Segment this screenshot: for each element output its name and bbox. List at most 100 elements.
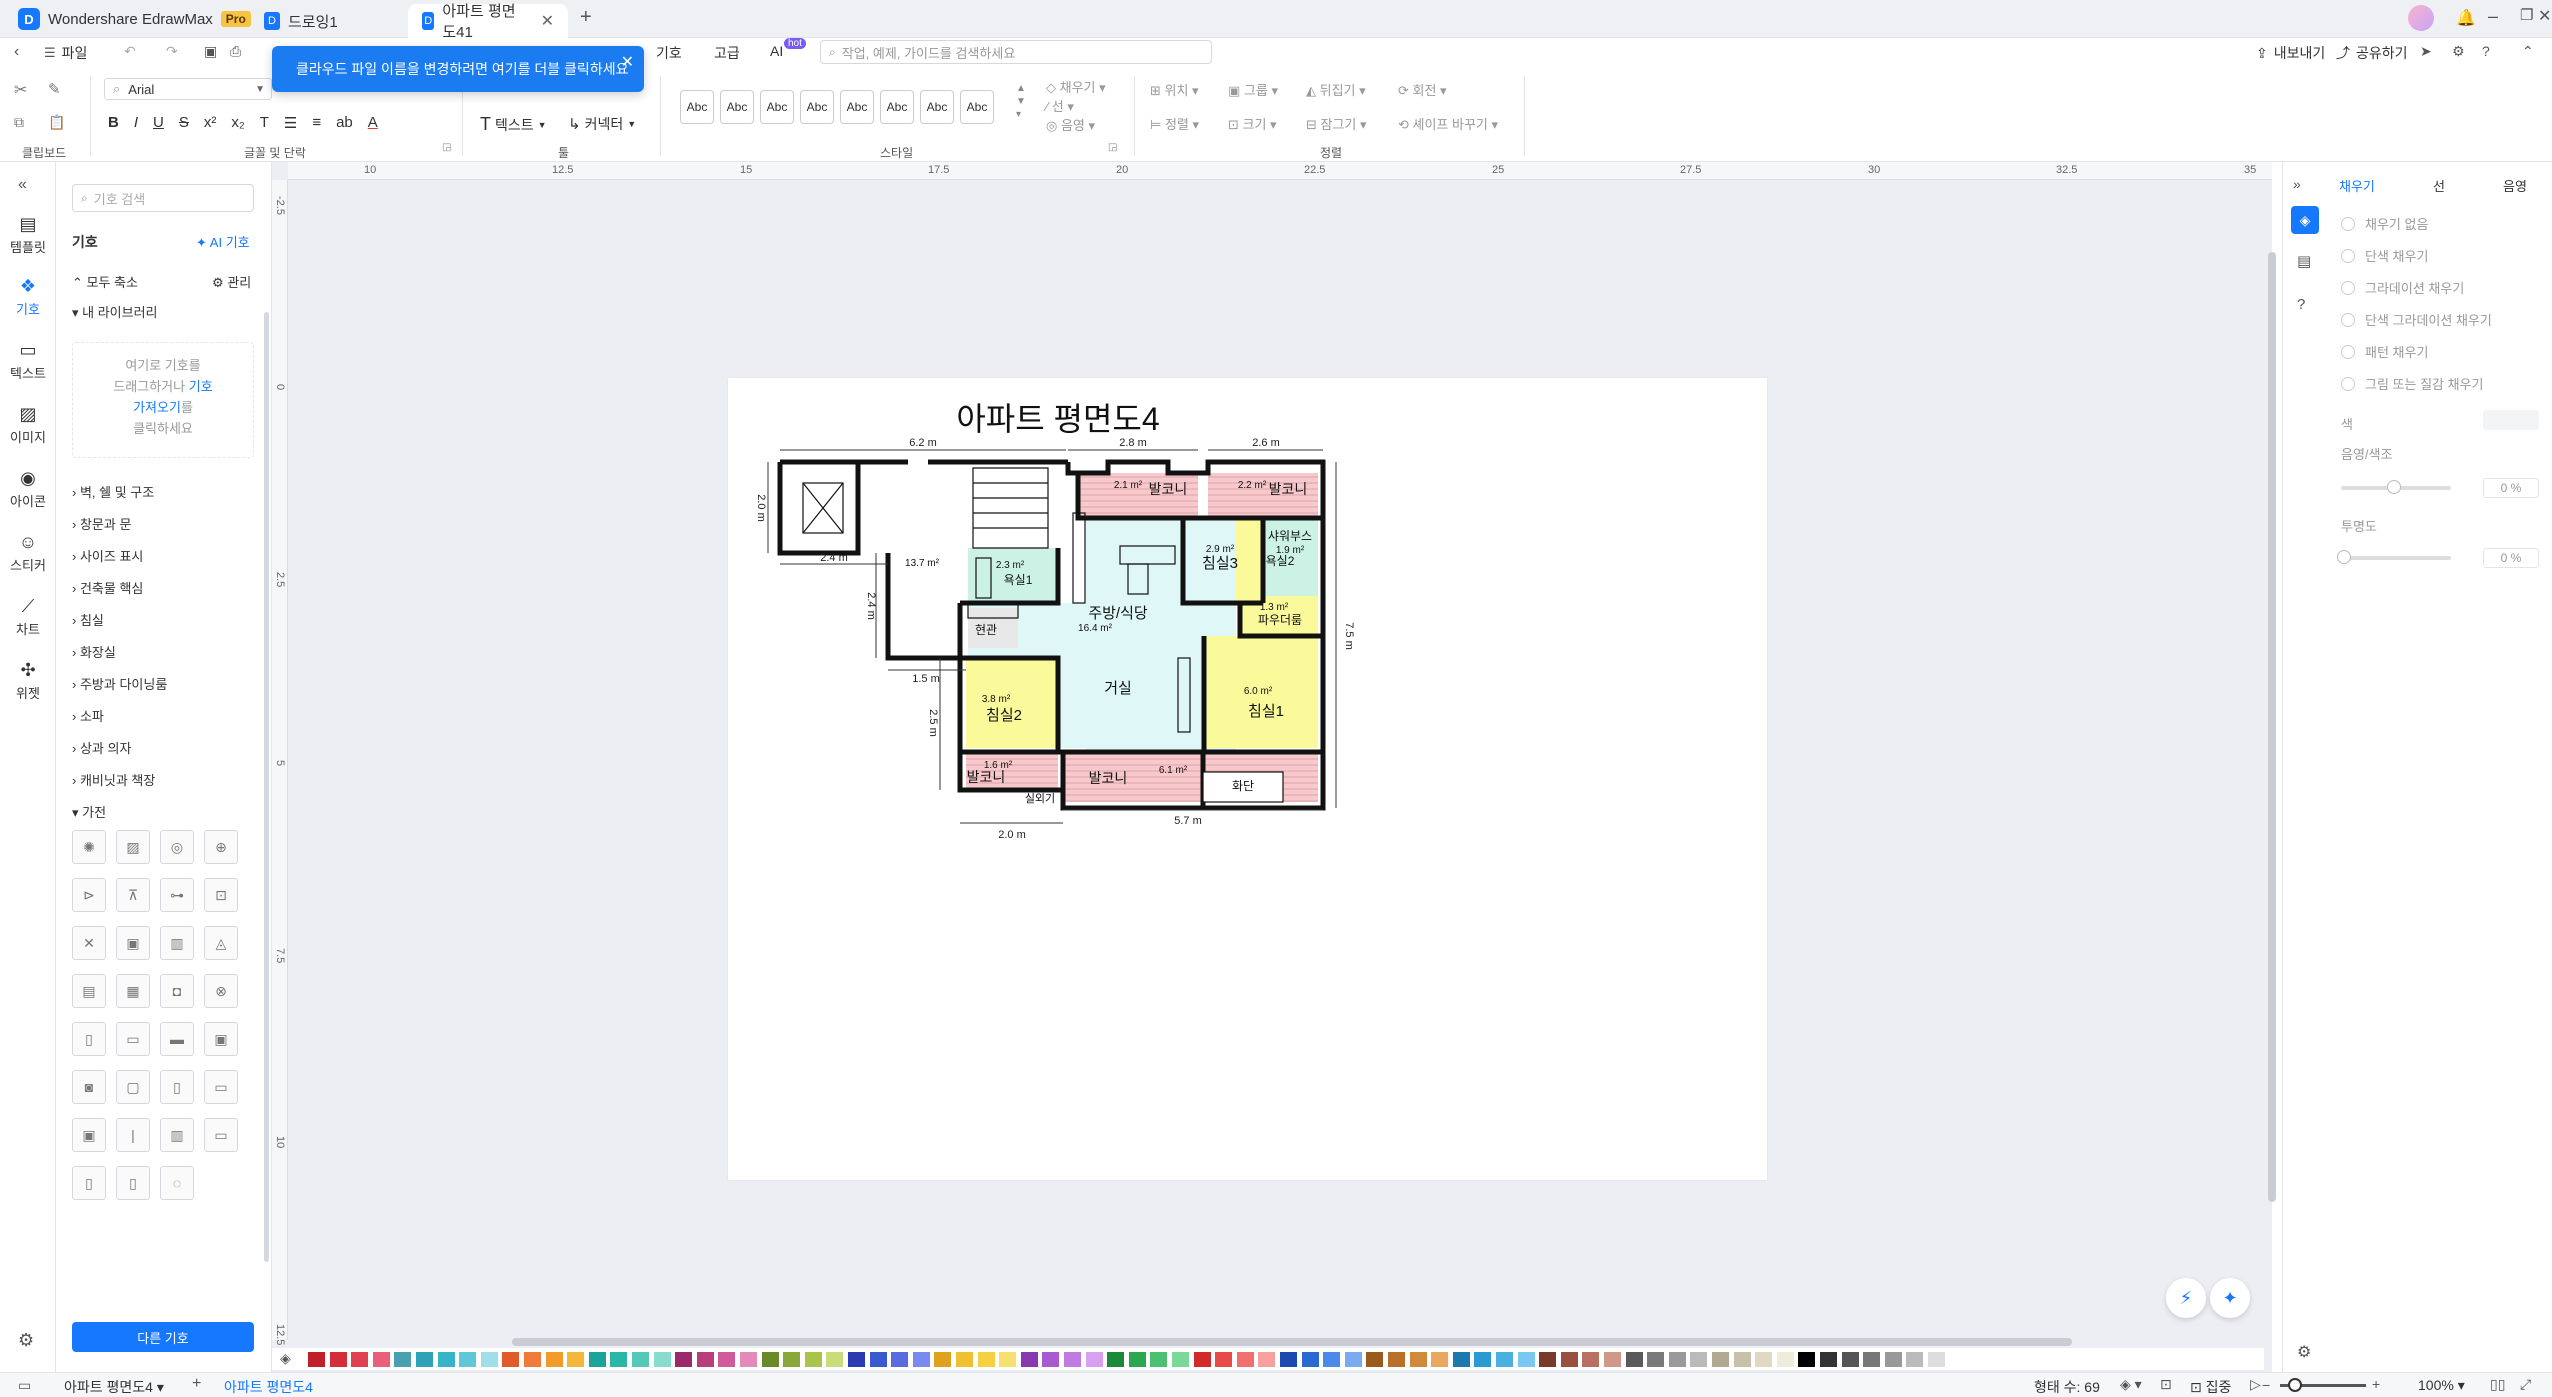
style-preset[interactable]: Abc <box>680 90 714 124</box>
fill-option[interactable]: 그라데이션 채우기 <box>2341 278 2464 297</box>
nav-icon[interactable]: ◉ 아이콘 <box>0 468 56 510</box>
color-swatch[interactable] <box>740 1352 757 1367</box>
color-swatch[interactable] <box>1884 1352 1902 1367</box>
color-swatch[interactable] <box>1863 1352 1881 1367</box>
avatar[interactable] <box>2408 5 2434 31</box>
more-symbols-button[interactable]: 다른 기호 <box>72 1322 254 1352</box>
tab-shadow[interactable]: 음영 <box>2503 176 2527 195</box>
highlight-icon[interactable]: ab <box>336 114 353 132</box>
replace-shape-button[interactable]: ⟲ 셰이프 바꾸기 ▾ <box>1398 114 1498 133</box>
color-swatch[interactable] <box>761 1352 779 1367</box>
settings-icon[interactable]: ⚙ <box>18 1330 34 1351</box>
appliance-symbol-icon[interactable]: ⊕ <box>204 830 238 864</box>
appliance-symbol-icon[interactable]: ◘ <box>160 974 194 1008</box>
appliance-symbol-icon[interactable]: | <box>116 1118 150 1152</box>
color-swatch[interactable] <box>783 1352 801 1367</box>
line-spacing-icon[interactable]: ≡ <box>312 114 321 132</box>
appliance-symbol-icon[interactable]: ▯ <box>160 1070 194 1104</box>
minimize-icon[interactable]: – <box>2488 6 2498 27</box>
color-swatch[interactable] <box>1107 1352 1125 1367</box>
send-icon[interactable]: ➤ <box>2420 43 2432 60</box>
color-swatch[interactable] <box>1344 1352 1362 1367</box>
close-tab-icon[interactable]: ✕ <box>541 11 554 31</box>
transparency-slider[interactable] <box>2341 556 2451 560</box>
strikethrough-icon[interactable]: S <box>179 114 189 132</box>
library-category[interactable]: › 화장실 <box>72 642 116 661</box>
subscript-icon[interactable]: x₂ <box>231 114 244 132</box>
rename-tooltip[interactable]: 클라우드 파일 이름을 변경하려면 여기를 더블 클릭하세요 ✕ <box>272 46 644 92</box>
appliance-symbol-icon[interactable]: ▤ <box>72 974 106 1008</box>
tab-drawing1[interactable]: D 드로잉1 <box>250 4 352 38</box>
color-swatch[interactable] <box>1560 1352 1578 1367</box>
color-swatch[interactable] <box>718 1352 736 1367</box>
style-preset[interactable]: Abc <box>760 90 794 124</box>
new-tab-button[interactable]: + <box>580 6 592 29</box>
transparency-value-input[interactable]: 0 % <box>2483 548 2539 568</box>
shade-slider-thumb[interactable] <box>2387 480 2401 494</box>
color-swatch[interactable] <box>1517 1352 1535 1367</box>
color-swatch[interactable] <box>1906 1352 1924 1367</box>
color-swatch[interactable] <box>394 1352 412 1367</box>
save-icon[interactable]: ▣ <box>204 43 217 60</box>
settings-icon[interactable]: ⚙ <box>2452 43 2465 60</box>
my-library-header[interactable]: ▾ 내 라이브러리 <box>72 302 158 321</box>
library-category[interactable]: › 사이즈 표시 <box>72 546 143 565</box>
color-swatch[interactable] <box>999 1352 1017 1367</box>
nav-widget[interactable]: ✣ 위젯 <box>0 660 56 702</box>
appliance-symbol-icon[interactable]: ⊶ <box>160 878 194 912</box>
size-button[interactable]: ⊡ 크기 ▾ <box>1228 114 1277 133</box>
nav-symbol[interactable]: ❖ 기호 <box>0 276 56 318</box>
fill-bucket-icon[interactable]: ◈ <box>280 1350 291 1367</box>
font-select[interactable]: ⌕ Arial ▼ <box>104 78 272 100</box>
menu-ai[interactable]: AI <box>770 43 783 59</box>
color-swatch[interactable] <box>1733 1352 1751 1367</box>
shadow-button[interactable]: ◎ 음영 ▾ <box>1046 116 1106 135</box>
color-swatch[interactable] <box>372 1352 390 1367</box>
zoom-in-icon[interactable]: + <box>2372 1376 2380 1392</box>
color-swatch[interactable] <box>1258 1352 1276 1367</box>
superscript-icon[interactable]: x² <box>204 114 217 132</box>
library-category[interactable]: › 상과 의자 <box>72 738 131 757</box>
fill-option[interactable]: 단색 그라데이션 채우기 <box>2341 310 2492 329</box>
color-swatch[interactable] <box>1539 1352 1557 1367</box>
appliance-symbol-icon[interactable]: ✕ <box>72 926 106 960</box>
appliance-symbol-icon[interactable]: ▯ <box>72 1022 106 1056</box>
zoom-level[interactable]: 100% ▾ <box>2418 1377 2465 1394</box>
library-category[interactable]: › 침실 <box>72 610 104 629</box>
color-swatch[interactable] <box>416 1352 433 1367</box>
back-icon[interactable]: ‹ <box>14 43 19 61</box>
color-swatch[interactable] <box>1020 1352 1038 1367</box>
font-dialog-icon[interactable]: ◲ <box>442 142 451 153</box>
color-swatch[interactable] <box>308 1352 325 1367</box>
print-icon[interactable]: ⎙ <box>230 43 241 60</box>
color-swatch[interactable] <box>1236 1352 1254 1367</box>
color-swatch[interactable] <box>653 1352 671 1367</box>
share-button[interactable]: ⤴ 공유하기 <box>2336 43 2408 63</box>
color-swatch[interactable] <box>480 1352 498 1367</box>
color-swatch[interactable] <box>869 1352 887 1367</box>
color-swatch[interactable] <box>956 1352 973 1367</box>
collapse-ribbon-icon[interactable]: ⌃ <box>2522 43 2534 60</box>
appliance-symbol-icon[interactable]: ▦ <box>116 974 150 1008</box>
collapse-panel-icon[interactable]: « <box>18 176 27 194</box>
color-swatch[interactable] <box>588 1352 606 1367</box>
appliance-symbol-icon[interactable]: ▯ <box>72 1166 106 1200</box>
active-page-tab[interactable]: 아파트 평면도4 <box>224 1377 313 1397</box>
appliance-symbol-icon[interactable]: ▣ <box>204 1022 238 1056</box>
color-swatch[interactable] <box>329 1352 347 1367</box>
nav-text[interactable]: ▭ 텍스트 <box>0 340 56 382</box>
library-category[interactable]: › 주방과 다이닝룸 <box>72 674 167 693</box>
sparkle-button[interactable]: ✦ <box>2210 1278 2250 1318</box>
color-picker[interactable] <box>2483 410 2539 430</box>
font-color-icon[interactable]: A <box>368 114 378 132</box>
color-swatch[interactable] <box>696 1352 714 1367</box>
search-box[interactable]: ⌕ 작업, 예제, 가이드를 검색하세요 <box>820 40 1212 64</box>
help-icon[interactable]: ? <box>2482 43 2490 59</box>
color-swatch[interactable] <box>826 1352 844 1367</box>
fill-option[interactable]: 패턴 채우기 <box>2341 342 2428 361</box>
fill-tool-icon[interactable]: ◈ <box>2291 206 2319 234</box>
flip-button[interactable]: ◭ 뒤집기 ▾ <box>1306 80 1366 99</box>
color-swatch[interactable] <box>1755 1352 1773 1367</box>
copy-icon[interactable]: ⧉ <box>14 114 24 131</box>
color-swatch[interactable] <box>1841 1352 1859 1367</box>
